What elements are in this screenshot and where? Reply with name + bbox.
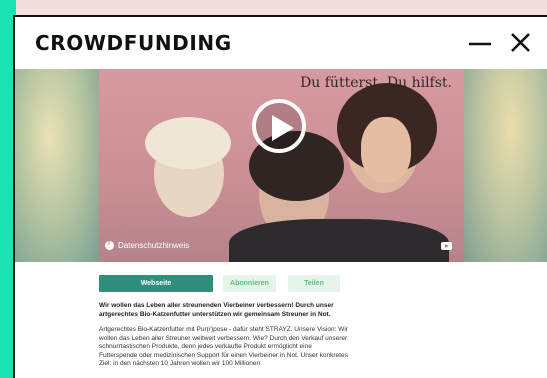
blurred-backdrop-left xyxy=(15,69,100,262)
blurred-backdrop-right xyxy=(464,69,547,262)
youtube-icon[interactable] xyxy=(441,242,452,250)
title-bar: CROWDFUNDING xyxy=(15,17,547,71)
window-title: CROWDFUNDING xyxy=(35,31,232,55)
subscribe-button[interactable]: Abonnieren xyxy=(223,275,276,292)
video-person-right-face xyxy=(361,117,411,183)
share-button[interactable]: Teilen xyxy=(288,275,340,292)
body-text: Artgerechtes Bio-Katzenfutter mit Pur(r)… xyxy=(99,326,349,367)
minimize-button[interactable] xyxy=(464,27,496,59)
play-icon xyxy=(272,115,294,141)
video-person-left-hair xyxy=(145,117,231,169)
website-button[interactable]: Webseite xyxy=(99,275,213,292)
crowdfunding-window: CROWDFUNDING Du fütterst. Du hilfst. i D… xyxy=(13,15,547,378)
video-person-shirt xyxy=(229,219,449,262)
video-player[interactable]: Du fütterst. Du hilfst. Datenschutzhinwe… xyxy=(99,69,464,262)
privacy-label: Datenschutzhinweis xyxy=(118,241,190,250)
play-button[interactable] xyxy=(252,99,306,153)
info-icon xyxy=(105,240,114,250)
lead-text: Wir wollen das Leben aller streunenden V… xyxy=(99,302,334,318)
minimize-icon xyxy=(469,42,491,46)
close-button[interactable] xyxy=(504,27,536,59)
action-buttons: Webseite Abonnieren Teilen xyxy=(99,275,340,292)
campaign-content: Webseite Abonnieren Teilen Wir wollen da… xyxy=(15,262,547,378)
close-icon xyxy=(511,33,530,52)
privacy-notice-link[interactable]: Datenschutzhinweis xyxy=(105,240,190,250)
video-band: Du fütterst. Du hilfst. Datenschutzhinwe… xyxy=(15,69,547,262)
video-caption: Du fütterst. Du hilfst. xyxy=(300,75,452,91)
